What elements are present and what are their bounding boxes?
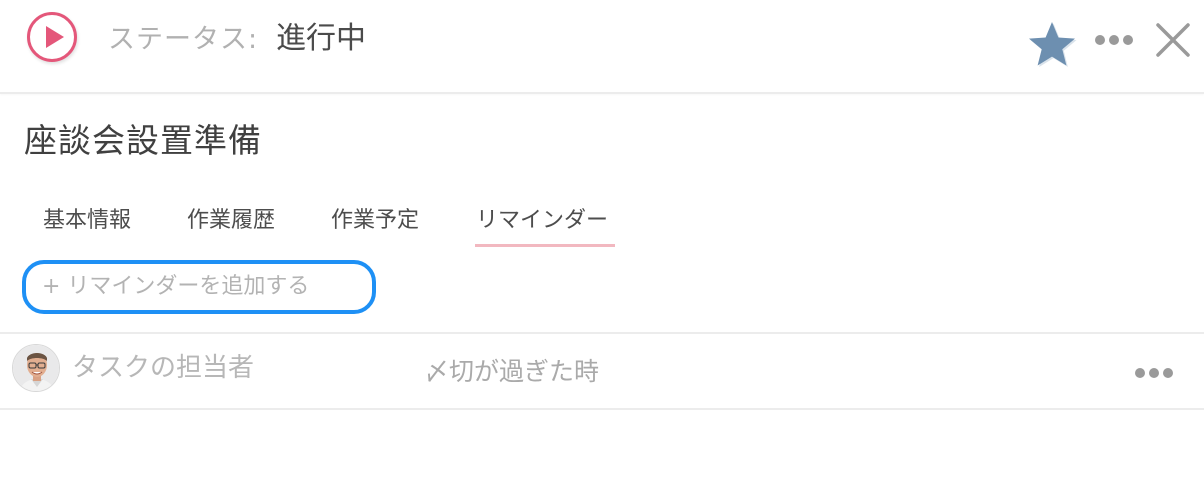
status-label: ステータス: [108,24,259,55]
task-title: 座談会設置準備 [24,121,262,160]
close-icon[interactable] [1155,22,1191,58]
assignee-selector[interactable]: タスクの担当者 [72,348,254,388]
tab-work-history[interactable]: 作業履歴 [187,203,275,239]
play-icon [46,26,64,48]
more-icon[interactable] [1094,33,1134,47]
add-reminder-label: + リマインダーを追加する [42,274,310,299]
timing-selector[interactable]: 〆切が過ぎた時 [424,352,599,392]
tab-basic-info[interactable]: 基本情報 [43,203,131,239]
panel-header: ステータス: 進行中 [0,0,1204,94]
play-button[interactable] [27,12,77,62]
status-value[interactable]: 進行中 [276,19,366,59]
add-reminder-button[interactable]: + リマインダーを追加する [22,260,376,314]
task-detail-panel: ステータス: 進行中 座談会設置準備 基本情報 作業履歴 作業予定 リマインダー… [0,0,1204,494]
row-more-icon[interactable] [1134,366,1174,380]
tab-reminder[interactable]: リマインダー [476,203,608,239]
active-tab-indicator [475,244,615,247]
tab-work-schedule[interactable]: 作業予定 [331,203,419,239]
avatar [12,344,60,392]
avatar-image [13,345,59,391]
reminder-row: タスクの担当者 〆切が過ぎた時 [0,332,1204,410]
star-icon[interactable] [1026,20,1078,68]
